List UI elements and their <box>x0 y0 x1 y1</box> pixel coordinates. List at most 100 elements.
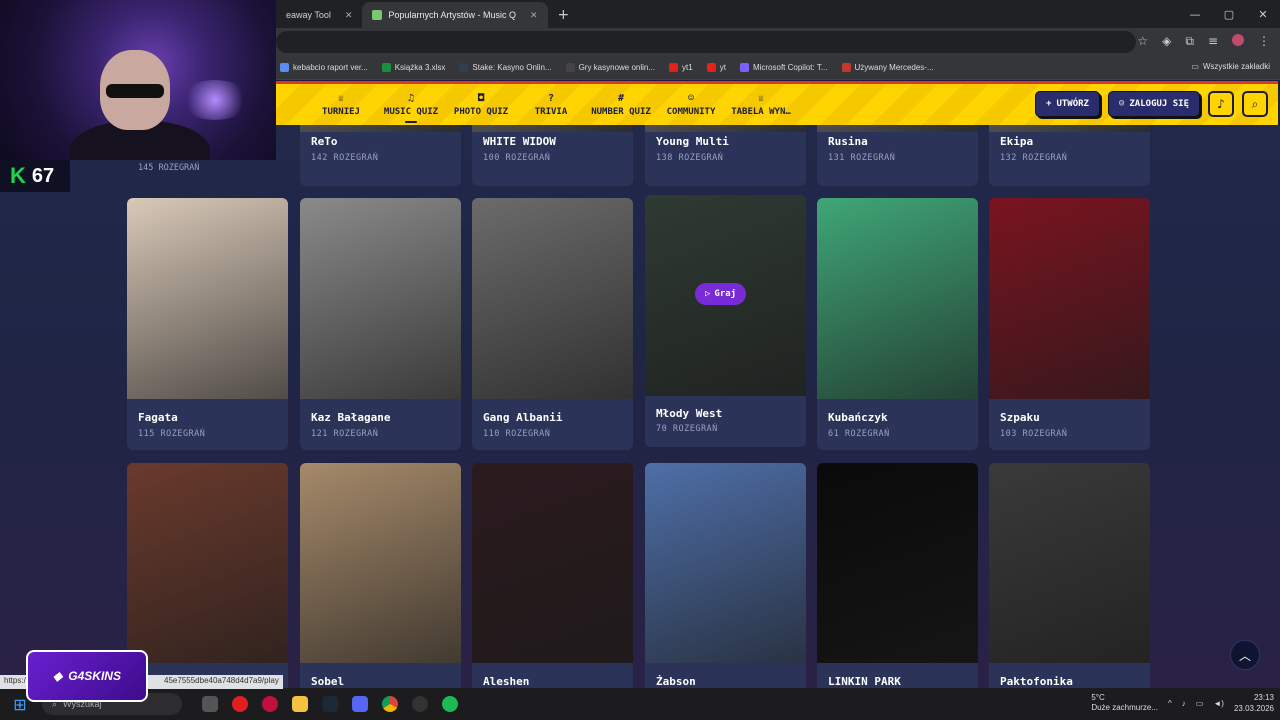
nav-item[interactable]: ♕ TABELA WYN… <box>726 93 796 117</box>
mic-icon[interactable]: ♪ <box>1182 699 1186 708</box>
artist-card[interactable]: Gang Albanii 110 ROZEGRAŃ <box>472 198 633 450</box>
nav-item[interactable]: ◘ PHOTO QUIZ <box>446 93 516 117</box>
artist-photo <box>127 463 288 663</box>
nav-item-label: TRIVIA <box>534 106 568 117</box>
kick-score-value: 67 <box>31 164 55 187</box>
bookmark-favicon-icon <box>706 63 716 72</box>
minimize-icon[interactable]: — <box>1178 0 1212 28</box>
bookmark-item[interactable]: yt1 <box>669 63 693 72</box>
extension-icon[interactable]: ◈ <box>1162 34 1171 49</box>
close-tab-icon[interactable]: ✕ <box>345 10 353 21</box>
bookmark-label: Używany Mercedes-... <box>854 63 934 72</box>
steam-icon[interactable] <box>322 696 338 712</box>
artist-plays: 61 ROZEGRAŃ <box>828 429 890 439</box>
bookmark-favicon-icon <box>280 63 289 72</box>
all-bookmarks-folder[interactable]: ▭ Wszystkie zakładki <box>1191 62 1270 71</box>
artist-name: Paktofonika <box>1000 675 1073 688</box>
artist-photo <box>645 125 806 132</box>
kebab-menu-icon[interactable]: ⋮ <box>1258 34 1270 49</box>
opera-gx-icon[interactable] <box>262 696 278 712</box>
maximize-icon[interactable]: ▢ <box>1212 0 1246 28</box>
browser-tab[interactable]: eaway Tool ✕ <box>276 2 362 28</box>
weather-temp: 5°C <box>1091 693 1105 702</box>
artist-card[interactable]: LINKIN PARK <box>817 463 978 688</box>
artist-name: Rusina <box>828 135 868 148</box>
spotify-icon[interactable] <box>442 696 458 712</box>
nav-item[interactable]: # NUMBER QUIZ <box>586 93 656 117</box>
artist-card[interactable]: Young Multi 138 ROZEGRAŃ <box>645 125 806 186</box>
play-button[interactable]: ▷ Graj <box>695 283 747 305</box>
search-icon: ⌕ <box>1251 96 1259 111</box>
obs-icon[interactable] <box>412 696 428 712</box>
bookmark-label: Książka 3.xlsx <box>394 63 446 72</box>
bookmark-label: Microsoft Copilot: T... <box>752 63 828 72</box>
bookmark-item[interactable]: Stake: Kasyno Onlin... <box>459 63 552 72</box>
close-window-icon[interactable]: ✕ <box>1246 0 1280 28</box>
puzzle-icon[interactable]: ⧉ <box>1185 34 1194 49</box>
bookmark-label: Stake: Kasyno Onlin... <box>472 63 552 72</box>
artist-name: ReTo <box>311 135 338 148</box>
chevron-up-icon[interactable]: ^ <box>1168 699 1172 708</box>
nav-item[interactable]: ? TRIVIA <box>516 93 586 117</box>
artist-name: Young Multi <box>656 135 729 148</box>
windows-taskbar: ⊞ ⌕ Wyszukaj 5°C Duże zachmurze... ^ ♪ ▭… <box>0 688 1280 720</box>
nav-item-label: MUSIC QUIZ <box>383 106 439 117</box>
bookmark-item[interactable]: yt <box>706 63 726 72</box>
new-tab-button[interactable]: + <box>548 7 580 28</box>
chrome-icon[interactable] <box>382 696 398 712</box>
nav-item[interactable]: ♕ TURNIEJ <box>306 93 376 117</box>
window-controls: — ▢ ✕ <box>1178 0 1280 28</box>
bookmark-favicon-icon <box>669 63 679 72</box>
artist-grid-area: 145 ROZEGRAŃ ReTo 142 ROZEGRAŃ WHITE WIDOW… <box>0 125 1280 688</box>
nav-item-icon: ♕ <box>337 92 345 104</box>
bookmark-favicon-icon <box>739 63 749 72</box>
address-bar[interactable] <box>276 31 1136 53</box>
bookmark-label: yt1 <box>682 63 693 72</box>
task-view-icon[interactable] <box>202 696 218 712</box>
browser-tab-active[interactable]: Popularnych Artystów - Music Q ✕ <box>362 2 548 28</box>
artist-card[interactable]: Paktofonika <box>989 463 1150 688</box>
create-button[interactable]: + UTWÓRZ <box>1035 91 1100 117</box>
weather-widget[interactable]: 5°C Duże zachmurze... <box>1091 693 1158 713</box>
menu-list-icon[interactable]: ≡ <box>1208 34 1218 49</box>
network-icon[interactable]: ▭ <box>1196 699 1204 708</box>
bookmark-item[interactable]: Używany Mercedes-... <box>841 63 934 72</box>
artist-card[interactable]: Kaz Bałagane 121 ROZEGRAŃ <box>300 198 461 450</box>
clock[interactable]: 23:13 23.03.2026 <box>1234 692 1274 714</box>
bookmark-favicon-icon <box>381 63 391 72</box>
artist-card[interactable]: Aleshen <box>472 463 633 688</box>
bookmark-label: kebabcio raport ver... <box>293 63 368 72</box>
bookmark-item[interactable]: kebabcio raport ver... <box>280 63 368 72</box>
volume-icon[interactable]: ◄) <box>1213 699 1224 708</box>
bookmark-item[interactable]: Microsoft Copilot: T... <box>739 63 828 72</box>
artist-card[interactable] <box>127 463 288 688</box>
discord-icon[interactable] <box>352 696 368 712</box>
artist-card[interactable]: Ekipa 132 ROZEGRAŃ <box>989 125 1150 186</box>
star-icon[interactable]: ☆ <box>1137 34 1148 49</box>
login-button[interactable]: ☺ ZALOGUJ SIĘ <box>1107 91 1200 117</box>
close-tab-icon[interactable]: ✕ <box>530 10 538 21</box>
notifications-button[interactable]: ♪ <box>1208 91 1234 117</box>
scroll-to-top-button[interactable]: ︿ <box>1230 640 1260 670</box>
artist-card[interactable]: Rusina 131 ROZEGRAŃ <box>817 125 978 186</box>
row1-left-plays: 145 ROZEGRAŃ <box>138 163 200 173</box>
artist-card[interactable]: ▷ Graj Młody West 70 ROZEGRAŃ <box>645 195 806 447</box>
site-navbar: ♕ TURNIEJ ♫ MUSIC QUIZ ◘ PHOTO QUIZ? TRIVIA # NU… <box>276 81 1278 125</box>
bookmark-item[interactable]: Książka 3.xlsx <box>381 63 446 72</box>
bookmark-item[interactable]: Gry kasynowe onlin... <box>565 63 655 72</box>
artist-card[interactable]: Kubańczyk 61 ROZEGRAŃ <box>817 198 978 450</box>
opera-icon[interactable] <box>232 696 248 712</box>
artist-card[interactable]: ReTo 142 ROZEGRAŃ <box>300 125 461 186</box>
profile-avatar[interactable] <box>1232 34 1244 46</box>
search-button[interactable]: ⌕ <box>1242 91 1268 117</box>
artist-card[interactable]: Szpaku 103 ROZEGRAŃ <box>989 198 1150 450</box>
nav-item[interactable]: ☺ COMMUNITY <box>656 93 726 117</box>
artist-card[interactable]: Żabson <box>645 463 806 688</box>
artist-plays: 115 ROZEGRAŃ <box>138 429 206 439</box>
artist-card[interactable]: Sobel <box>300 463 461 688</box>
artist-card[interactable]: WHITE WIDOW 100 ROZEGRAŃ <box>472 125 633 186</box>
file-explorer-icon[interactable] <box>292 696 308 712</box>
artist-plays: 70 ROZEGRAŃ <box>656 424 718 434</box>
nav-item[interactable]: ♫ MUSIC QUIZ <box>376 93 446 123</box>
artist-card[interactable]: Fagata 115 ROZEGRAŃ <box>127 198 288 450</box>
